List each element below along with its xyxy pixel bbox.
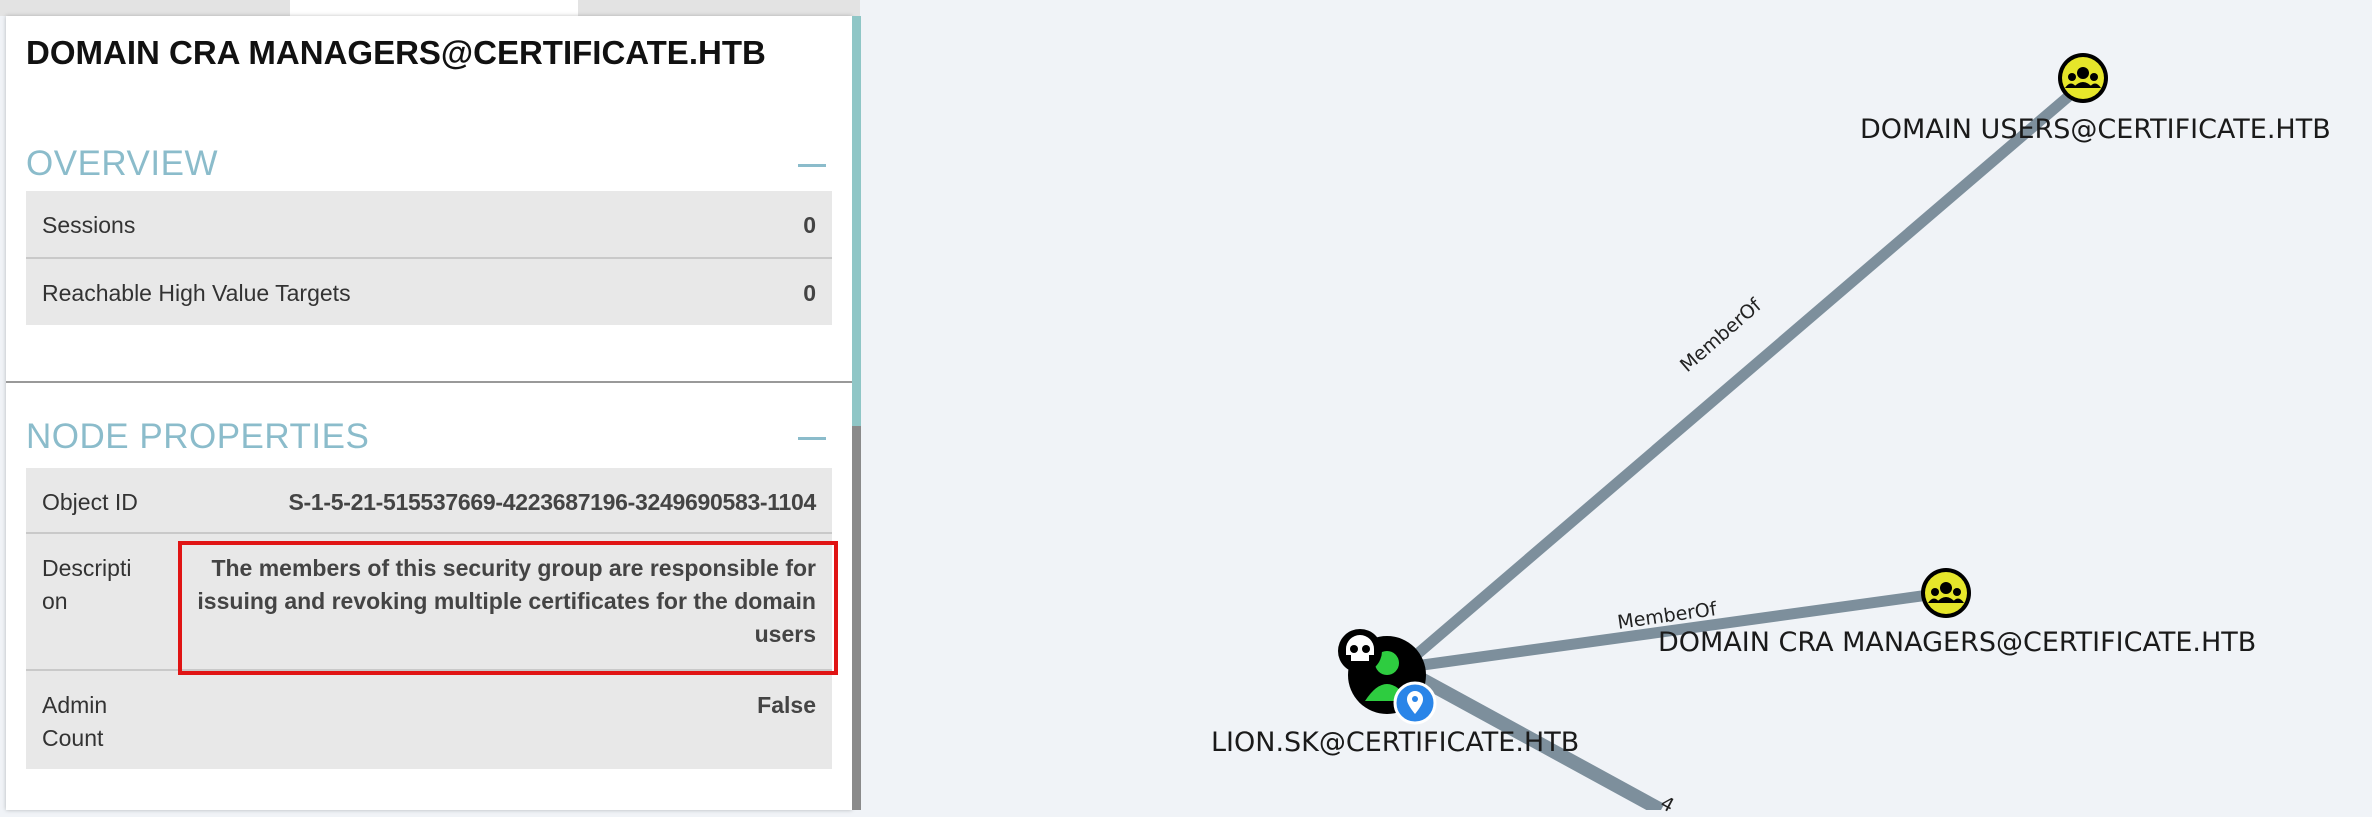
scrollbar-thumb[interactable] [852,16,861,426]
location-pin-icon [1393,681,1437,725]
node-properties-label: NODE PROPERTIES [26,417,370,456]
node-label-cra-managers[interactable]: DOMAIN CRA MANAGERS@CERTIFICATE.HTB [1658,627,2256,658]
group-icon[interactable] [1921,568,1971,618]
table-row[interactable]: Reachable High Value Targets 0 [26,259,832,325]
prop-key: Reachable High Value Targets [42,280,351,306]
overview-header[interactable]: OVERVIEW [26,142,826,186]
tab-node-info[interactable] [290,0,578,16]
table-row: Object ID S-1-5-21-515537669-4223687196-… [26,468,832,534]
table-row: Sessions 0 [26,191,832,259]
prop-value[interactable]: 0 [803,277,816,310]
node-label-domain-users[interactable]: DOMAIN USERS@CERTIFICATE.HTB [1860,114,2331,145]
prop-value: 0 [803,212,816,238]
node-label-lion-sk[interactable]: LION.SK@CERTIFICATE.HTB [1211,727,1579,758]
node-title: DOMAIN CRA MANAGERS@CERTIFICATE.HTB [26,34,766,71]
prop-key: Sessions [42,212,136,238]
prop-value: False [757,692,816,718]
owned-skull-icon [1338,629,1382,673]
node-info-panel: DOMAIN CRA MANAGERS@CERTIFICATE.HTB OVER… [6,16,852,810]
graph-canvas[interactable]: DOMAIN USERS@CERTIFICATE.HTB DOMAIN CRA … [861,0,2372,817]
prop-key: Object ID [42,489,138,515]
overview-table: Sessions 0 Reachable High Value Targets … [26,191,832,325]
node-properties-header[interactable]: NODE PROPERTIES [26,415,826,459]
prop-key: Description [42,555,132,614]
collapse-icon[interactable] [798,437,826,440]
group-icon[interactable] [2058,53,2108,103]
overview-label: OVERVIEW [26,144,219,183]
edge-memberof-domain-users[interactable] [1397,79,2087,673]
collapse-icon[interactable] [798,164,826,167]
highlight-annotation [178,541,838,675]
table-row: Admin Count False [26,671,832,769]
prop-key: Admin Count [42,692,108,751]
section-divider [6,381,852,383]
prop-value: S-1-5-21-515537669-4223687196-3249690583… [288,489,817,515]
